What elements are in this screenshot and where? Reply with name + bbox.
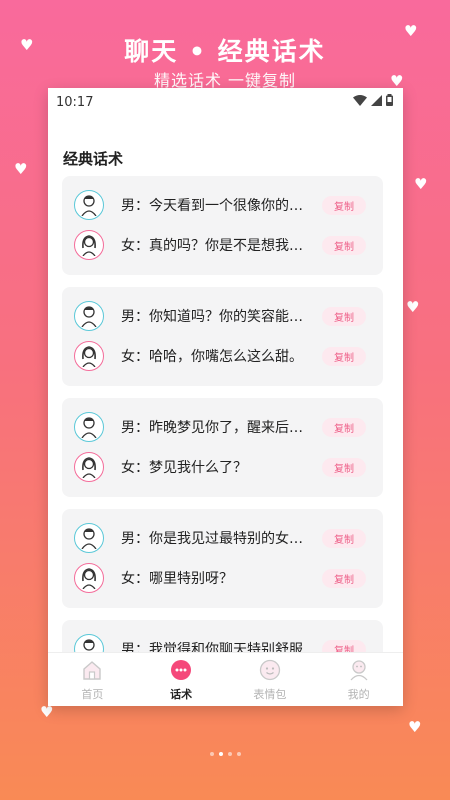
heart-icon: ♥ (406, 298, 420, 316)
page-dot-active[interactable] (218, 752, 223, 756)
dialogue-card: 男：今天看到一个很像你的背影... 复制 女：真的吗？你是不是想我了？ 复制 (62, 176, 383, 275)
tab-emoji[interactable]: 表情包 (226, 653, 315, 706)
page-dot[interactable] (227, 752, 232, 756)
male-line-row: 男：你知道吗？你的笑容能照亮... 复制 (74, 296, 373, 336)
battery-icon (386, 94, 393, 110)
heart-icon: ♥ (414, 175, 428, 193)
female-line-row: 女：哈哈，你嘴怎么这么甜。 复制 (74, 336, 373, 376)
page-dot[interactable] (236, 752, 241, 756)
male-line-text: 男：今天看到一个很像你的背影... (121, 198, 316, 214)
dialogue-card: 男：昨晚梦见你了，醒来后特别... 复制 女：梦见我什么了？ 复制 (62, 398, 383, 497)
male-avatar (74, 190, 104, 220)
tab-home[interactable]: 首页 (48, 653, 137, 706)
copy-button[interactable]: 复制 (322, 417, 366, 437)
heart-icon: ♥ (390, 72, 404, 90)
heart-icon: ♥ (404, 22, 418, 40)
female-line-text: 女：真的吗？你是不是想我了？ (121, 238, 316, 254)
female-avatar (74, 341, 104, 371)
hero-title: 聊天 • 经典话术 (124, 37, 326, 66)
copy-button[interactable]: 复制 (322, 306, 366, 326)
emoji-icon (259, 659, 281, 681)
copy-button[interactable]: 复制 (322, 346, 366, 366)
male-avatar (74, 301, 104, 331)
heart-icon: ♥ (40, 703, 54, 721)
copy-button[interactable]: 复制 (322, 235, 366, 255)
tab-emoji-label: 表情包 (253, 688, 287, 701)
bottom-tab-bar: 首页 话术 表情包 我的 (48, 652, 403, 706)
male-line-text: 男：你是我见过最特别的女孩。 (121, 531, 316, 547)
page-indicator (0, 752, 450, 756)
male-line-row: 男：今天看到一个很像你的背影... 复制 (74, 185, 373, 225)
copy-button[interactable]: 复制 (322, 528, 366, 548)
copy-button[interactable]: 复制 (322, 195, 366, 215)
page-dot[interactable] (209, 752, 214, 756)
male-line-text: 男：你知道吗？你的笑容能照亮... (121, 309, 316, 325)
male-line-row: 男：你是我见过最特别的女孩。 复制 (74, 518, 373, 558)
tab-chat-label: 话术 (170, 688, 193, 701)
male-line-text: 男：昨晚梦见你了，醒来后特别... (121, 420, 316, 436)
tab-profile-label: 我的 (347, 688, 370, 701)
dialogue-list: 男：今天看到一个很像你的背影... 复制 女：真的吗？你是不是想我了？ 复制 男… (62, 176, 383, 706)
female-line-text: 女：哪里特别呀？ (121, 571, 233, 587)
copy-button[interactable]: 复制 (322, 568, 366, 588)
signal-icon (371, 94, 382, 110)
tab-home-label: 首页 (81, 688, 104, 701)
female-line-row: 女：真的吗？你是不是想我了？ 复制 (74, 225, 373, 265)
male-line-row: 男：昨晚梦见你了，醒来后特别... 复制 (74, 407, 373, 447)
phone-screen: 10:17 经典话术 男：今天看到一个很像你的背影... 复制 女：真的吗？你是… (48, 88, 403, 706)
profile-icon (348, 659, 370, 681)
female-line-text: 女：哈哈，你嘴怎么这么甜。 (121, 349, 303, 365)
status-time: 10:17 (56, 94, 94, 110)
section-title: 经典话术 (63, 150, 124, 168)
dialogue-card: 男：你是我见过最特别的女孩。 复制 女：哪里特别呀？ 复制 (62, 509, 383, 608)
wifi-icon (353, 94, 367, 110)
heart-icon: ♥ (20, 36, 34, 54)
chat-icon (170, 659, 192, 681)
male-avatar (74, 412, 104, 442)
female-line-row: 女：梦见我什么了？ 复制 (74, 447, 373, 487)
male-avatar (74, 523, 104, 553)
heart-icon: ♥ (14, 160, 28, 178)
heart-icon: ♥ (408, 718, 422, 736)
dialogue-card: 男：你知道吗？你的笑容能照亮... 复制 女：哈哈，你嘴怎么这么甜。 复制 (62, 287, 383, 386)
tab-chat[interactable]: 话术 (137, 653, 226, 706)
tab-profile[interactable]: 我的 (314, 653, 403, 706)
status-bar: 10:17 (48, 88, 403, 116)
female-line-row: 女：哪里特别呀？ 复制 (74, 558, 373, 598)
home-icon (81, 659, 103, 681)
female-avatar (74, 230, 104, 260)
female-avatar (74, 563, 104, 593)
female-avatar (74, 452, 104, 482)
copy-button[interactable]: 复制 (322, 457, 366, 477)
female-line-text: 女：梦见我什么了？ (121, 460, 247, 476)
